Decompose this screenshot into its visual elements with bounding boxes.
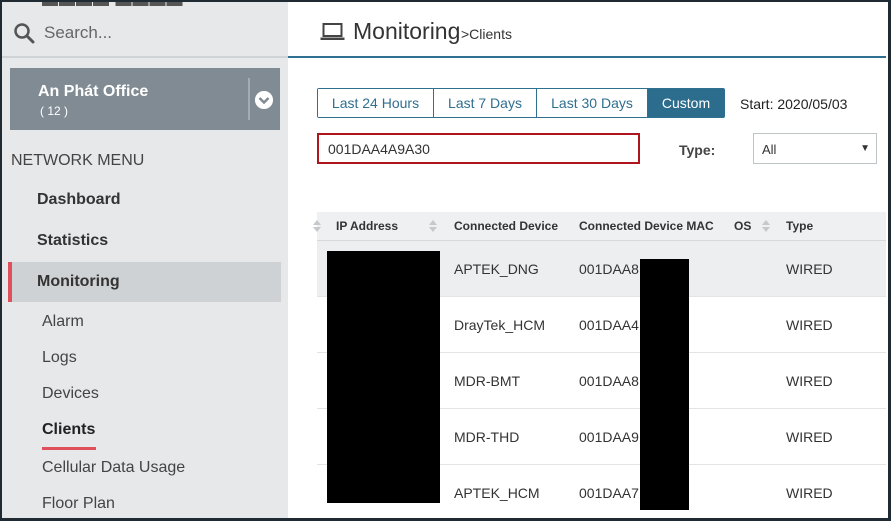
sidebar: ▬▬▬▬ ▬▬▬▬ An Phát Office ( 12 ) NETWORK … [2, 2, 288, 518]
search-input[interactable] [44, 20, 274, 46]
subnav-item-logs[interactable]: Logs [42, 349, 77, 367]
time-range-group: Last 24 Hours Last 7 Days Last 30 Days C… [317, 88, 725, 118]
breadcrumb: >Clients [461, 26, 512, 42]
column-header-connected-device[interactable]: Connected Device [454, 219, 558, 233]
cell-connected-device-mac: 001DAA4 [579, 317, 639, 333]
subnav-item-alarm[interactable]: Alarm [42, 313, 84, 331]
cell-connected-device: APTEK_HCM [454, 485, 540, 501]
active-subnav-underline [42, 447, 96, 450]
cell-type: WIRED [786, 261, 833, 277]
range-last-30-days-button[interactable]: Last 30 Days [537, 89, 648, 117]
page-title: Monitoring [353, 18, 461, 44]
sidebar-search [2, 8, 288, 58]
caret-down-icon: ▼ [860, 143, 870, 154]
cell-type: WIRED [786, 373, 833, 389]
redaction-mac-address [640, 259, 689, 510]
start-date-label: Start: 2020/05/03 [740, 96, 848, 112]
clients-table-header: IP Address Connected Device Connected De… [313, 212, 886, 241]
sidebar-item-label: Monitoring [37, 273, 120, 290]
search-icon[interactable] [13, 22, 35, 44]
range-last-24-hours-button[interactable]: Last 24 Hours [318, 89, 434, 117]
redaction-ip-address [327, 251, 440, 503]
cell-connected-device: DrayTek_HCM [454, 317, 546, 333]
org-selector[interactable]: An Phát Office ( 12 ) [10, 68, 280, 130]
type-label: Type: [679, 142, 716, 158]
sidebar-item-statistics[interactable]: Statistics [8, 221, 281, 261]
subnav-item-devices[interactable]: Devices [42, 385, 99, 403]
subnav-item-clients[interactable]: Clients [42, 421, 95, 439]
column-header-type[interactable]: Type [786, 219, 813, 233]
cell-connected-device-mac: 001DAA9 [579, 429, 639, 445]
sidebar-item-monitoring[interactable]: Monitoring [8, 262, 281, 302]
sidebar-item-dashboard[interactable]: Dashboard [8, 180, 281, 220]
cell-connected-device: MDR-BMT [454, 373, 521, 389]
type-selected-value: All [762, 142, 777, 157]
sort-icon[interactable] [313, 220, 321, 232]
cell-type: WIRED [786, 485, 833, 501]
subnav-item-cellular-data-usage[interactable]: Cellular Data Usage [42, 459, 185, 477]
range-last-7-days-button[interactable]: Last 7 Days [434, 89, 537, 117]
sort-icon[interactable] [762, 220, 770, 232]
page-header: Monitoring >Clients [288, 2, 886, 58]
cell-type: WIRED [786, 429, 833, 445]
network-menu-heading: NETWORK MENU [11, 152, 145, 169]
org-device-count: ( 12 ) [40, 104, 69, 118]
laptop-icon [320, 23, 345, 40]
subnav-item-floor-plan[interactable]: Floor Plan [42, 495, 115, 513]
column-header-os[interactable]: OS [734, 219, 751, 233]
column-header-connected-device-mac[interactable]: Connected Device MAC [579, 219, 714, 233]
sidebar-item-label: Statistics [37, 232, 109, 249]
column-header-ip-address[interactable]: IP Address [336, 219, 398, 233]
org-name: An Phát Office [38, 83, 149, 100]
chevron-down-icon[interactable] [255, 91, 273, 109]
cell-type: WIRED [786, 317, 833, 333]
client-search-input[interactable] [317, 133, 640, 164]
cell-connected-device-mac: 001DAA8 [579, 261, 639, 277]
sort-icon[interactable] [429, 220, 437, 232]
cell-connected-device-mac: 001DAA7 [579, 485, 639, 501]
org-divider [248, 78, 250, 120]
cell-connected-device: APTEK_DNG [454, 261, 539, 277]
cell-connected-device-mac: 001DAA8 [579, 373, 639, 389]
range-custom-button[interactable]: Custom [648, 89, 724, 117]
sidebar-item-label: Dashboard [37, 191, 121, 208]
cell-connected-device: MDR-THD [454, 429, 520, 445]
type-select[interactable]: All ▼ [753, 133, 877, 164]
